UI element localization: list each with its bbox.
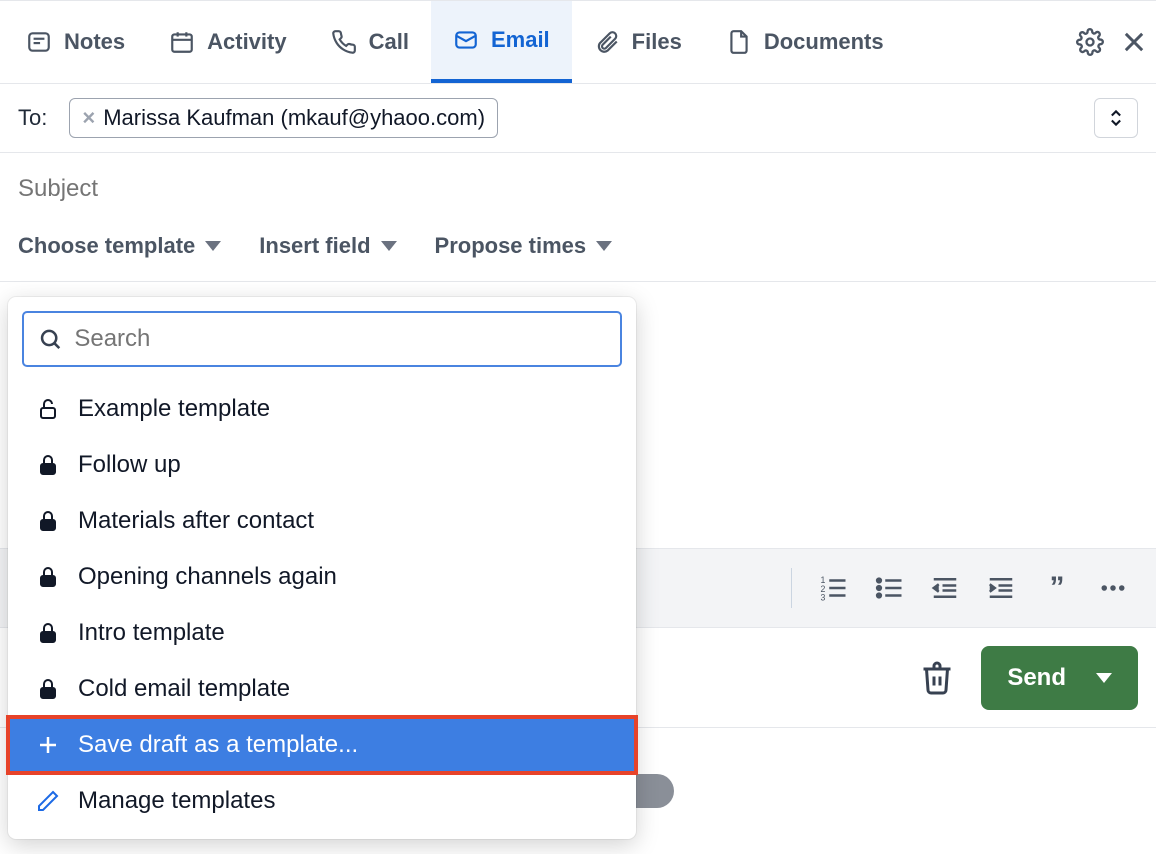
tab-documents-label: Documents bbox=[764, 29, 884, 55]
outdent-button[interactable] bbox=[930, 573, 960, 603]
template-item[interactable]: Intro template bbox=[8, 605, 636, 661]
tab-email-label: Email bbox=[491, 27, 550, 53]
divider bbox=[791, 568, 792, 608]
template-item[interactable]: Cold email template bbox=[8, 661, 636, 717]
template-item[interactable]: Example template bbox=[8, 381, 636, 437]
more-formatting-button[interactable] bbox=[1098, 573, 1128, 603]
lock-icon bbox=[36, 509, 60, 533]
subject-row bbox=[0, 153, 1156, 233]
template-popover: Example template Follow up Materials aft… bbox=[8, 297, 636, 839]
template-search-box[interactable] bbox=[22, 311, 622, 367]
calendar-icon bbox=[169, 29, 195, 55]
tab-email[interactable]: Email bbox=[431, 1, 572, 83]
discard-button[interactable] bbox=[919, 660, 955, 696]
template-item[interactable]: Materials after contact bbox=[8, 493, 636, 549]
recipient-name: Marissa Kaufman (mkauf@yhaoo.com) bbox=[103, 105, 485, 131]
chevron-down-icon bbox=[205, 241, 221, 251]
save-draft-label: Save draft as a template... bbox=[78, 731, 358, 759]
template-item-label: Example template bbox=[78, 395, 270, 423]
template-item[interactable]: Opening channels again bbox=[8, 549, 636, 605]
lock-icon bbox=[36, 621, 60, 645]
tab-notes[interactable]: Notes bbox=[4, 1, 147, 83]
insert-field-dropdown[interactable]: Insert field bbox=[259, 233, 396, 259]
search-icon bbox=[38, 326, 62, 352]
choose-template-dropdown[interactable]: Choose template bbox=[18, 233, 221, 259]
template-item-label: Opening channels again bbox=[78, 563, 337, 591]
chevron-down-icon bbox=[596, 241, 612, 251]
template-list: Example template Follow up Materials aft… bbox=[8, 375, 636, 839]
remove-recipient-icon[interactable]: × bbox=[82, 105, 95, 131]
propose-times-label: Propose times bbox=[435, 233, 587, 259]
paperclip-icon bbox=[594, 29, 620, 55]
close-icon[interactable] bbox=[1120, 28, 1148, 56]
template-item-label: Materials after contact bbox=[78, 507, 314, 535]
subject-input[interactable] bbox=[18, 175, 1138, 203]
unlock-icon bbox=[36, 397, 60, 421]
blockquote-button[interactable]: ” bbox=[1042, 573, 1072, 603]
tab-activity[interactable]: Activity bbox=[147, 1, 308, 83]
chevron-down-icon bbox=[1096, 673, 1112, 683]
unordered-list-button[interactable] bbox=[874, 573, 904, 603]
lock-icon bbox=[36, 565, 60, 589]
choose-template-label: Choose template bbox=[18, 233, 195, 259]
document-icon bbox=[726, 29, 752, 55]
template-item-label: Follow up bbox=[78, 451, 181, 479]
plus-icon bbox=[36, 733, 60, 757]
tab-files[interactable]: Files bbox=[572, 1, 704, 83]
to-row: To: × Marissa Kaufman (mkauf@yhaoo.com) bbox=[0, 84, 1156, 153]
expand-recipients-button[interactable] bbox=[1094, 98, 1138, 138]
composer-tabs: Notes Activity Call Email Files Document… bbox=[0, 0, 1156, 84]
manage-templates-label: Manage templates bbox=[78, 787, 275, 815]
send-button[interactable]: Send bbox=[981, 646, 1138, 710]
tab-call[interactable]: Call bbox=[309, 1, 431, 83]
compose-toolbar: Choose template Insert field Propose tim… bbox=[0, 233, 1156, 282]
save-draft-as-template[interactable]: Save draft as a template... bbox=[8, 717, 636, 773]
svg-text:3: 3 bbox=[821, 593, 826, 603]
email-icon bbox=[453, 27, 479, 53]
ordered-list-button[interactable]: 123 bbox=[818, 573, 848, 603]
tab-activity-label: Activity bbox=[207, 29, 286, 55]
indent-button[interactable] bbox=[986, 573, 1016, 603]
pencil-icon bbox=[36, 789, 60, 813]
manage-templates[interactable]: Manage templates bbox=[8, 773, 636, 829]
tab-notes-label: Notes bbox=[64, 29, 125, 55]
tab-call-label: Call bbox=[369, 29, 409, 55]
tab-files-label: Files bbox=[632, 29, 682, 55]
template-search-input[interactable] bbox=[74, 325, 606, 353]
insert-field-label: Insert field bbox=[259, 233, 370, 259]
tab-documents[interactable]: Documents bbox=[704, 1, 906, 83]
lock-icon bbox=[36, 453, 60, 477]
gear-icon[interactable] bbox=[1076, 28, 1104, 56]
template-item-label: Cold email template bbox=[78, 675, 290, 703]
template-item-label: Intro template bbox=[78, 619, 225, 647]
phone-icon bbox=[331, 29, 357, 55]
propose-times-dropdown[interactable]: Propose times bbox=[435, 233, 613, 259]
to-label: To: bbox=[18, 105, 47, 131]
chevron-down-icon bbox=[381, 241, 397, 251]
lock-icon bbox=[36, 677, 60, 701]
send-button-label: Send bbox=[1007, 664, 1066, 692]
note-icon bbox=[26, 29, 52, 55]
template-item[interactable]: Follow up bbox=[8, 437, 636, 493]
tag-chip-fragment bbox=[634, 774, 674, 808]
recipient-chip[interactable]: × Marissa Kaufman (mkauf@yhaoo.com) bbox=[69, 98, 498, 138]
